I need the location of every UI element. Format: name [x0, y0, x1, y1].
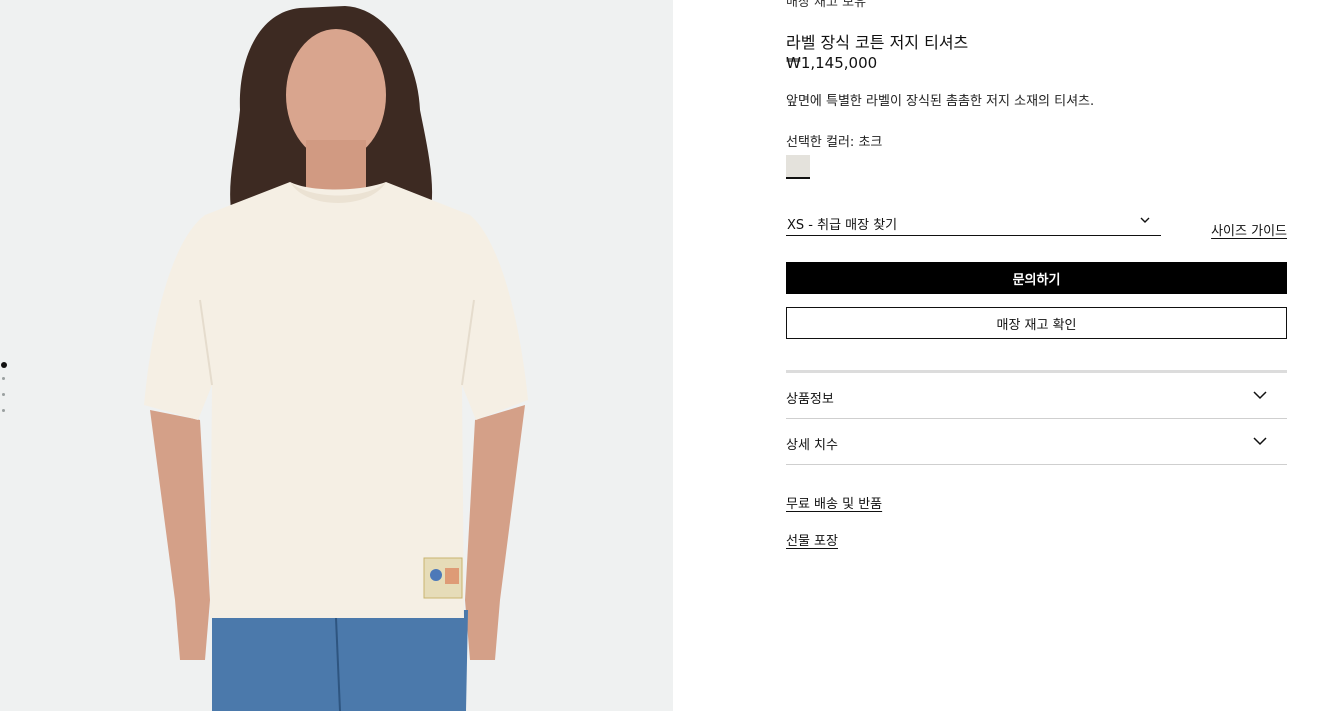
stock-status: 매장 재고 보유 [786, 0, 867, 10]
gift-wrapping-link[interactable]: 선물 포장 [786, 530, 838, 549]
accordion-detailed-sizes-label: 상세 치수 [786, 438, 838, 453]
accordion-detailed-sizes[interactable]: 상세 치수 [786, 419, 1287, 465]
free-shipping-returns-link[interactable]: 무료 배송 및 반품 [786, 493, 882, 512]
product-image [144, 6, 528, 711]
size-guide-link[interactable]: 사이즈 가이드 [1211, 220, 1287, 239]
check-store-stock-button[interactable]: 매장 재고 확인 [786, 307, 1287, 339]
chevron-down-icon [1140, 217, 1150, 223]
gallery-pagination [1, 362, 9, 425]
chevron-down-icon [1253, 391, 1267, 400]
inquire-button[interactable]: 문의하기 [786, 262, 1287, 294]
accordion-product-info-label: 상품정보 [786, 392, 834, 407]
gallery-dot-2[interactable] [2, 377, 5, 380]
left-arm-shape [150, 410, 210, 660]
tshirt-label-stripe [445, 568, 459, 584]
right-arm-shape [465, 405, 525, 660]
neck-shape [306, 140, 366, 190]
product-price: ₩1,145,000 [786, 54, 878, 72]
product-description: 앞면에 특별한 라벨이 장식된 촘촘한 저지 소재의 티셔츠. [786, 94, 1095, 109]
product-title: 라벨 장식 코튼 저지 티셔츠 [786, 33, 969, 52]
color-swatch-chalk[interactable] [786, 155, 810, 179]
selected-color-label: 선택한 컬러: 초크 [786, 135, 883, 150]
chevron-down-icon [1253, 437, 1267, 446]
product-image-gallery[interactable] [0, 0, 673, 711]
gallery-dot-4[interactable] [2, 409, 5, 412]
accordion-product-info[interactable]: 상품정보 [786, 373, 1287, 419]
gallery-dot-1[interactable] [1, 362, 7, 368]
size-select[interactable]: XS - 취급 매장 찾기 [786, 212, 1161, 236]
tshirt-label-emblem [430, 569, 442, 581]
gallery-dot-3[interactable] [2, 393, 5, 396]
size-select-value: XS - 취급 매장 찾기 [787, 218, 898, 233]
